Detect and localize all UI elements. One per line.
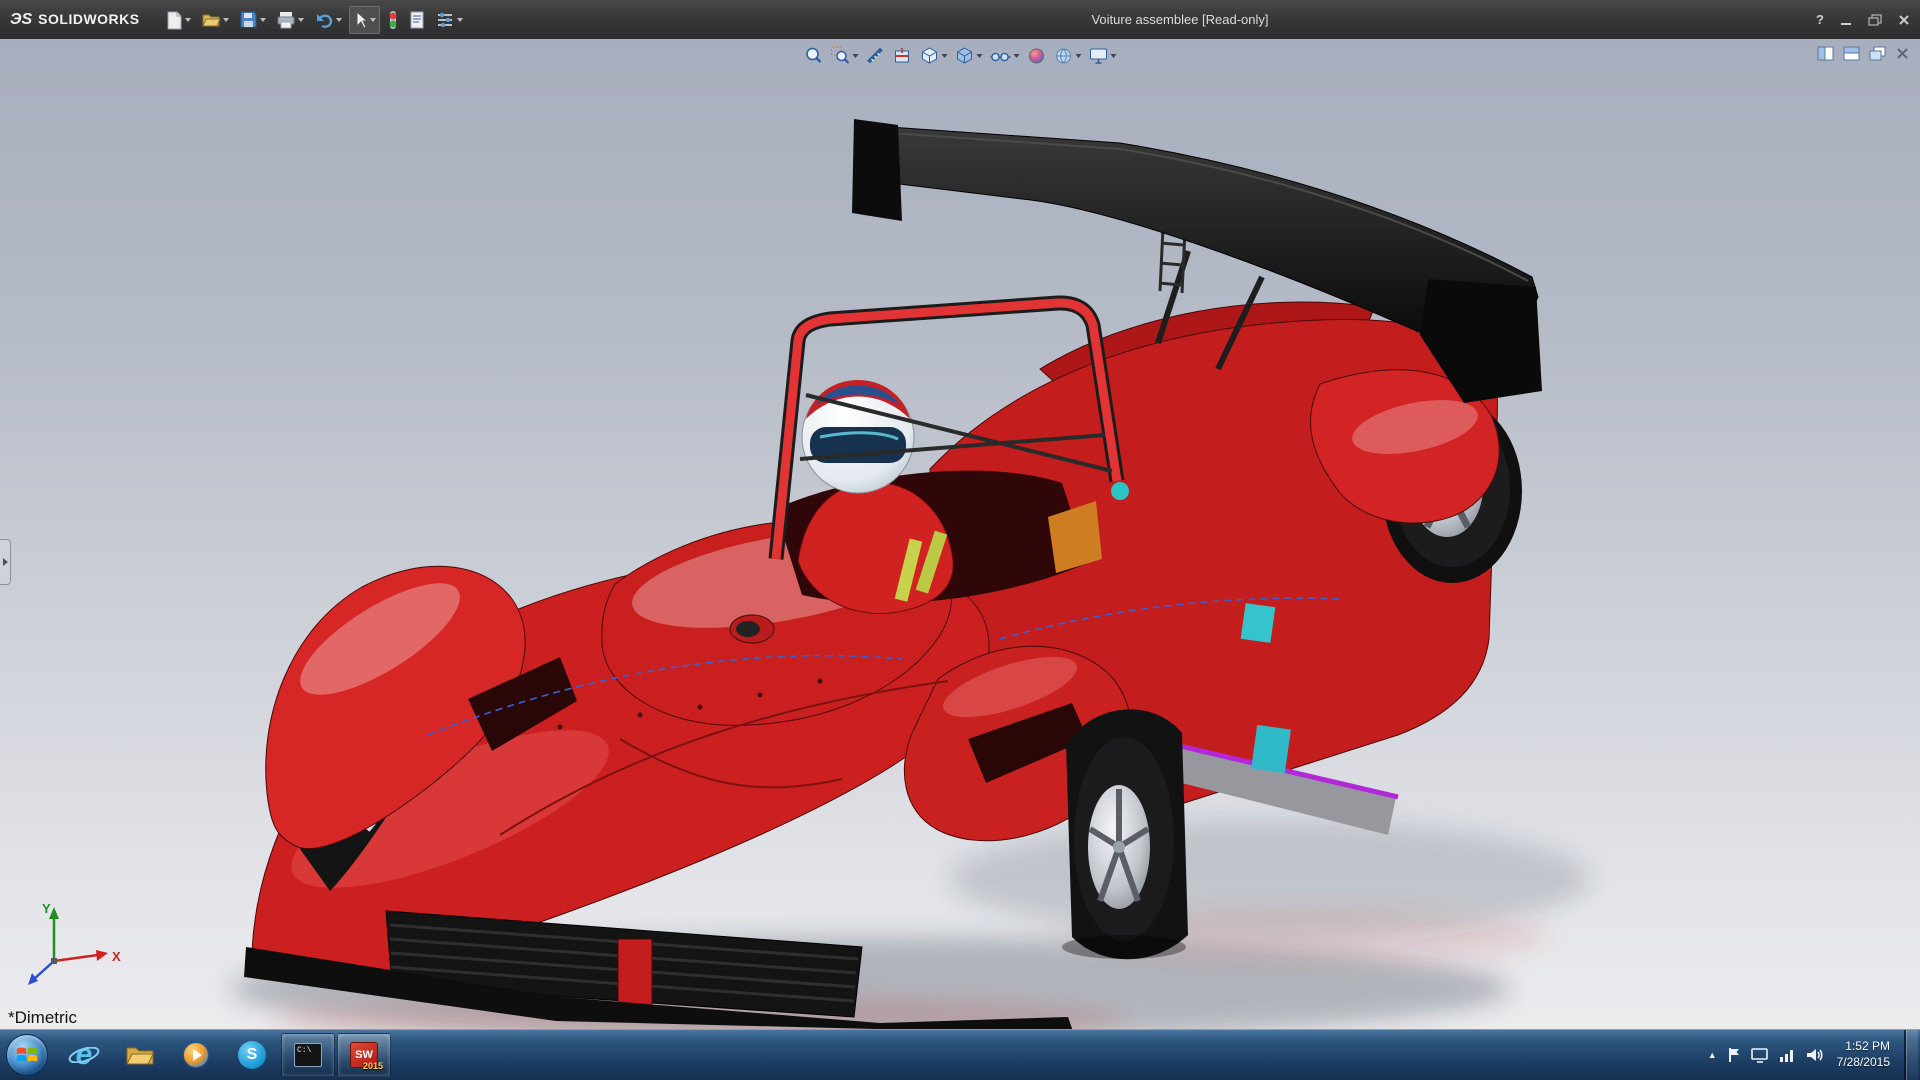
chevron-down-icon: [298, 18, 304, 22]
start-button[interactable]: [6, 1034, 48, 1076]
taskbar-item-internet-explorer[interactable]: e: [57, 1033, 111, 1077]
taskbar-item-command-prompt[interactable]: C:\: [281, 1033, 335, 1077]
taskbar-clock[interactable]: 1:52 PM 7/28/2015: [1837, 1039, 1890, 1070]
ie-orbit-icon: [67, 1047, 101, 1063]
print-icon: [276, 11, 296, 29]
undo-icon: [314, 11, 334, 29]
standard-toolbar: [162, 6, 466, 34]
solidworks-app-icon: SW 2015: [350, 1042, 378, 1068]
options-button[interactable]: [432, 6, 466, 34]
chevron-down-icon: [336, 18, 342, 22]
triad-x-label: X: [112, 949, 121, 964]
new-document-icon: [165, 10, 183, 30]
expand-arrow-icon: [1, 557, 9, 567]
file-properties-icon: [409, 10, 425, 30]
chevron-down-icon: [185, 18, 191, 22]
media-player-icon: [182, 1041, 210, 1069]
folder-icon: [125, 1043, 155, 1067]
new-document-button[interactable]: [162, 6, 194, 34]
view-orientation-label: *Dimetric: [8, 1008, 77, 1028]
chevron-down-icon: [370, 18, 376, 22]
open-folder-icon: [201, 11, 221, 29]
taskbar-item-messenger[interactable]: S: [225, 1033, 279, 1077]
car-model[interactable]: [230, 119, 1590, 1029]
rebuild-icon: [387, 10, 399, 30]
messenger-icon: S: [238, 1041, 266, 1069]
triad-y-label: Y: [42, 901, 51, 916]
panel-expand-tab[interactable]: [0, 539, 11, 585]
restore-icon[interactable]: [1868, 14, 1882, 26]
close-icon[interactable]: [1898, 14, 1910, 26]
undo-button[interactable]: [311, 6, 345, 34]
select-button[interactable]: [349, 6, 380, 34]
solidworks-logo: ЭS SOLIDWORKS: [10, 11, 140, 29]
select-cursor-icon: [353, 10, 368, 30]
hidden-icons-chevron[interactable]: ▲: [1708, 1050, 1717, 1060]
solidworks-icon-glyph: SW: [355, 1049, 373, 1061]
save-button[interactable]: [236, 6, 269, 34]
pinned-apps: e S C:\ SW 2015: [56, 1030, 392, 1080]
reference-triad: Y X: [14, 899, 134, 989]
minimize-icon[interactable]: [1840, 14, 1852, 26]
windows-flag-icon: [15, 1044, 39, 1066]
chevron-down-icon: [260, 18, 266, 22]
show-desktop-button[interactable]: [1904, 1030, 1918, 1080]
options-icon: [435, 11, 455, 29]
chevron-down-icon: [223, 18, 229, 22]
solidworks-version-badge: 2015: [363, 1061, 383, 1071]
network-icon[interactable]: [1779, 1047, 1795, 1063]
action-center-flag-icon[interactable]: [1727, 1047, 1741, 1063]
clock-time: 1:52 PM: [1837, 1039, 1890, 1055]
volume-icon[interactable]: [1805, 1047, 1823, 1063]
open-button[interactable]: [198, 6, 232, 34]
document-title: Voiture assemblee [Read-only]: [1091, 0, 1268, 39]
file-properties-button[interactable]: [406, 6, 428, 34]
ds-logo-mark: ЭS: [10, 11, 32, 29]
system-tray: ▲ 1:52 PM 7/28/2015: [1708, 1030, 1920, 1080]
car-model-canvas[interactable]: [0, 39, 1920, 1029]
window-controls: ?: [1816, 0, 1910, 39]
solidworks-window: ЭS SOLIDWORKS: [0, 0, 1920, 1080]
print-button[interactable]: [273, 6, 307, 34]
taskbar: e S C:\ SW 2015 ▲: [0, 1029, 1920, 1080]
graphics-viewport[interactable]: Y X *Dimetric: [0, 39, 1920, 1029]
display-icon[interactable]: [1751, 1047, 1769, 1063]
rebuild-button[interactable]: [384, 6, 402, 34]
taskbar-item-solidworks[interactable]: SW 2015: [337, 1033, 391, 1077]
help-icon[interactable]: ?: [1816, 12, 1824, 27]
command-prompt-icon: C:\: [294, 1043, 322, 1067]
save-icon: [239, 10, 258, 29]
taskbar-item-media-player[interactable]: [169, 1033, 223, 1077]
chevron-down-icon: [457, 18, 463, 22]
app-name: SOLIDWORKS: [38, 11, 139, 27]
taskbar-item-file-explorer[interactable]: [113, 1033, 167, 1077]
clock-date: 7/28/2015: [1837, 1055, 1890, 1071]
title-bar: ЭS SOLIDWORKS: [0, 0, 1920, 39]
